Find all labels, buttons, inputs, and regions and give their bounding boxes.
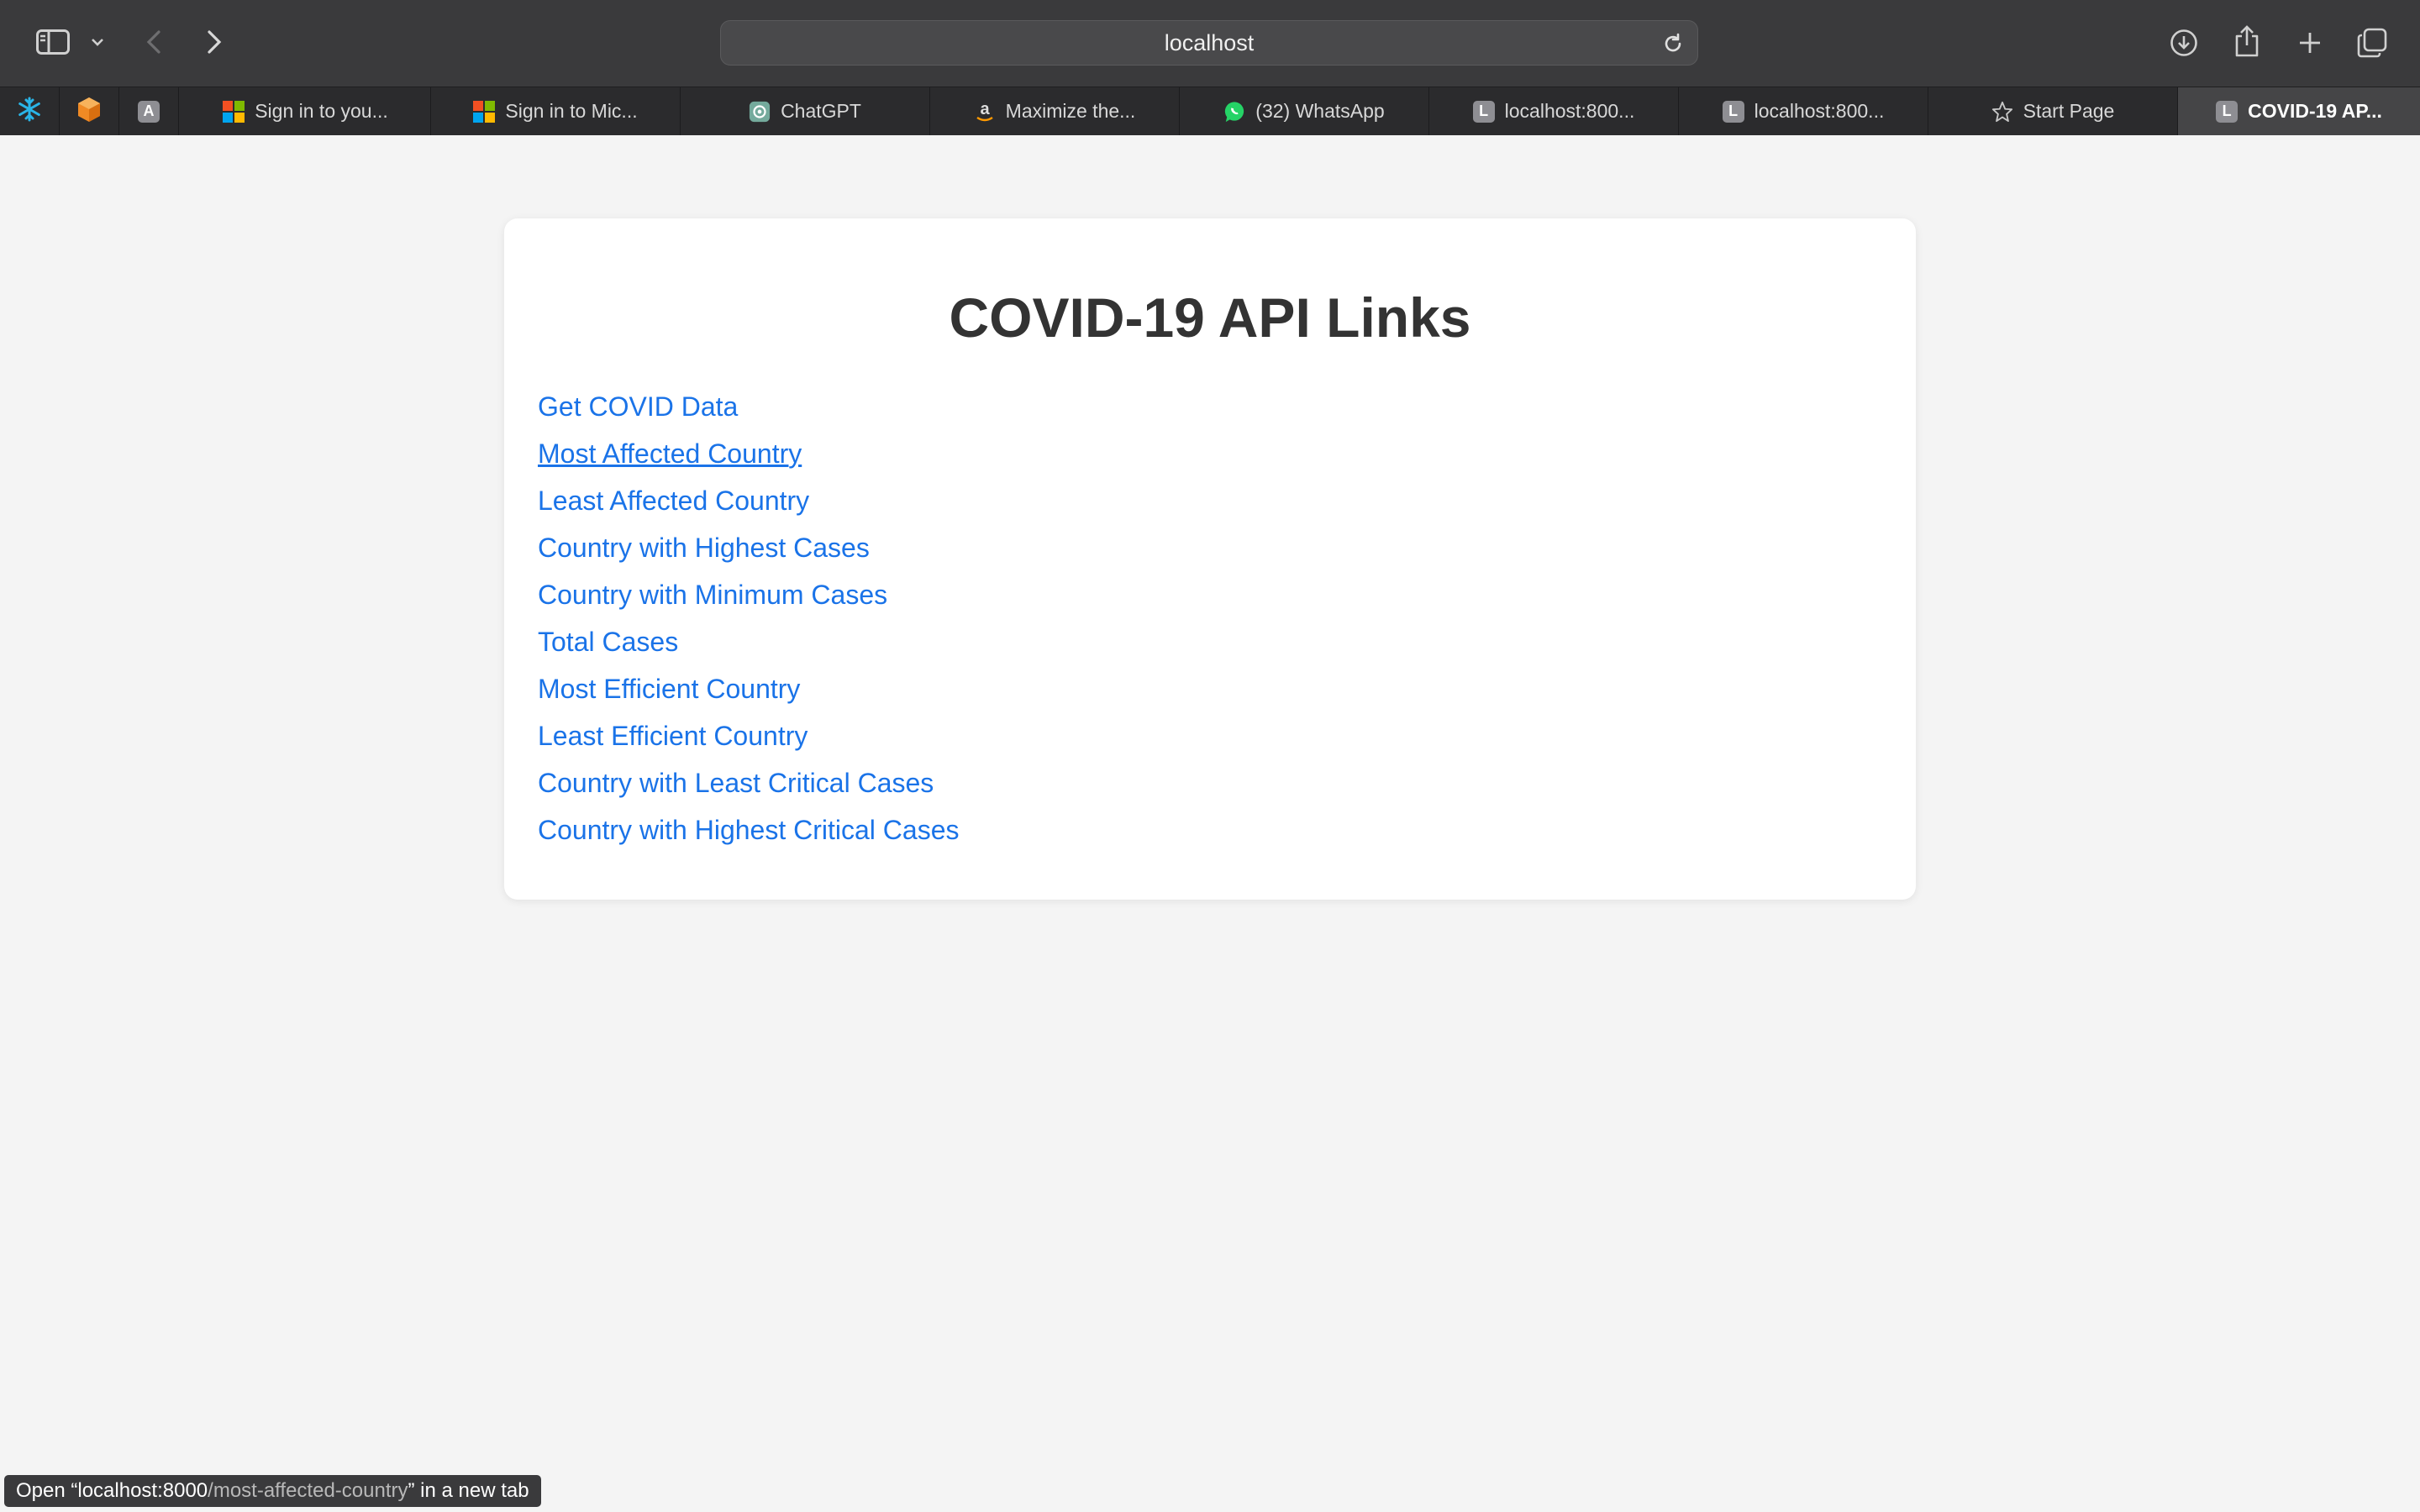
tab-title: localhost:800... [1754, 100, 1885, 122]
tab-overview-icon[interactable] [2355, 26, 2389, 60]
pinned-tab-cube[interactable] [60, 87, 119, 135]
svg-text:a: a [980, 100, 990, 118]
tab-title: (32) WhatsApp [1255, 100, 1385, 122]
tab-title: localhost:800... [1504, 100, 1635, 122]
tab-sign-in-1[interactable]: Sign in to you... [181, 87, 431, 135]
star-icon [1991, 101, 2013, 123]
tab-title: COVID-19 AP... [2248, 100, 2382, 122]
page-title: COVID-19 API Links [949, 286, 1471, 349]
pinned-tab-snowflake[interactable] [0, 87, 60, 135]
tab-localhost-2[interactable]: L localhost:800... [1679, 87, 1928, 135]
chevron-down-icon[interactable] [87, 32, 108, 52]
list-item: Country with Least Critical Cases [538, 759, 960, 806]
address-bar[interactable]: localhost [720, 20, 1698, 66]
tab-localhost-1[interactable]: L localhost:800... [1429, 87, 1679, 135]
snowflake-icon [16, 96, 43, 127]
list-item: Most Affected Country [538, 430, 960, 477]
status-prefix: Open “localhost:8000 [16, 1479, 208, 1502]
link-status-bar: Open “localhost:8000/most-affected-count… [4, 1475, 541, 1507]
list-item: Most Efficient Country [538, 665, 960, 712]
tab-covid-api[interactable]: L COVID-19 AP... [2178, 87, 2420, 135]
tab-sign-in-2[interactable]: Sign in to Mic... [431, 87, 681, 135]
link-most-efficient-country[interactable]: Most Efficient Country [538, 674, 800, 705]
address-text: localhost [1164, 29, 1255, 55]
link-country-highest-critical-cases[interactable]: Country with Highest Critical Cases [538, 815, 960, 846]
content-card: COVID-19 API Links Get COVID Data Most A… [504, 218, 1916, 900]
tab-title: Sign in to you... [255, 100, 388, 122]
pinned-tab-a[interactable]: A [119, 87, 179, 135]
tab-title: Start Page [2023, 100, 2115, 122]
download-icon[interactable] [2168, 27, 2200, 59]
link-most-affected-country[interactable]: Most Affected Country [538, 438, 802, 470]
list-item: Get COVID Data [538, 383, 960, 430]
status-suffix: ” in a new tab [408, 1479, 529, 1502]
tab-title: Maximize the... [1005, 100, 1136, 122]
sidebar-toggle-icon[interactable] [32, 25, 74, 59]
list-item: Total Cases [538, 618, 960, 665]
tab-whatsapp[interactable]: (32) WhatsApp [1180, 87, 1429, 135]
link-country-minimum-cases[interactable]: Country with Minimum Cases [538, 580, 887, 611]
back-button[interactable] [141, 25, 166, 59]
amazon-icon: a [974, 100, 996, 123]
tab-start-page[interactable]: Start Page [1928, 87, 2178, 135]
letter-l-icon: L [2216, 100, 2238, 123]
tab-title: ChatGPT [781, 100, 861, 122]
reload-icon[interactable] [1660, 31, 1686, 56]
tab-chatgpt[interactable]: ChatGPT [681, 87, 930, 135]
tab-maximize[interactable]: a Maximize the... [930, 87, 1180, 135]
orange-cube-icon [76, 96, 102, 127]
letter-l-icon: L [1472, 100, 1495, 123]
list-item: Country with Highest Cases [538, 524, 960, 571]
link-get-covid-data[interactable]: Get COVID Data [538, 391, 738, 423]
whatsapp-icon [1223, 101, 1245, 123]
list-item: Least Efficient Country [538, 712, 960, 759]
link-country-highest-cases[interactable]: Country with Highest Cases [538, 533, 870, 564]
share-icon[interactable] [2231, 24, 2263, 59]
tab-title: Sign in to Mic... [505, 100, 638, 122]
list-item: Country with Minimum Cases [538, 571, 960, 618]
tab-bar: A Sign in to you... Sign in to Mic... Ch… [0, 87, 2420, 135]
list-item: Least Affected Country [538, 477, 960, 524]
new-tab-icon[interactable] [2294, 27, 2326, 59]
status-path: /most-affected-country [208, 1479, 408, 1502]
link-least-affected-country[interactable]: Least Affected Country [538, 486, 809, 517]
api-link-list: Get COVID Data Most Affected Country Lea… [538, 383, 960, 853]
browser-toolbar: localhost [0, 0, 2420, 87]
link-country-least-critical-cases[interactable]: Country with Least Critical Cases [538, 768, 934, 799]
microsoft-icon [473, 100, 496, 123]
forward-button[interactable] [202, 25, 227, 59]
link-total-cases[interactable]: Total Cases [538, 627, 678, 658]
link-least-efficient-country[interactable]: Least Efficient Country [538, 721, 808, 752]
letter-l-icon: L [1722, 100, 1744, 123]
letter-a-icon: A [138, 100, 160, 123]
microsoft-icon [223, 100, 245, 123]
chatgpt-icon [749, 101, 771, 123]
list-item: Country with Highest Critical Cases [538, 806, 960, 853]
